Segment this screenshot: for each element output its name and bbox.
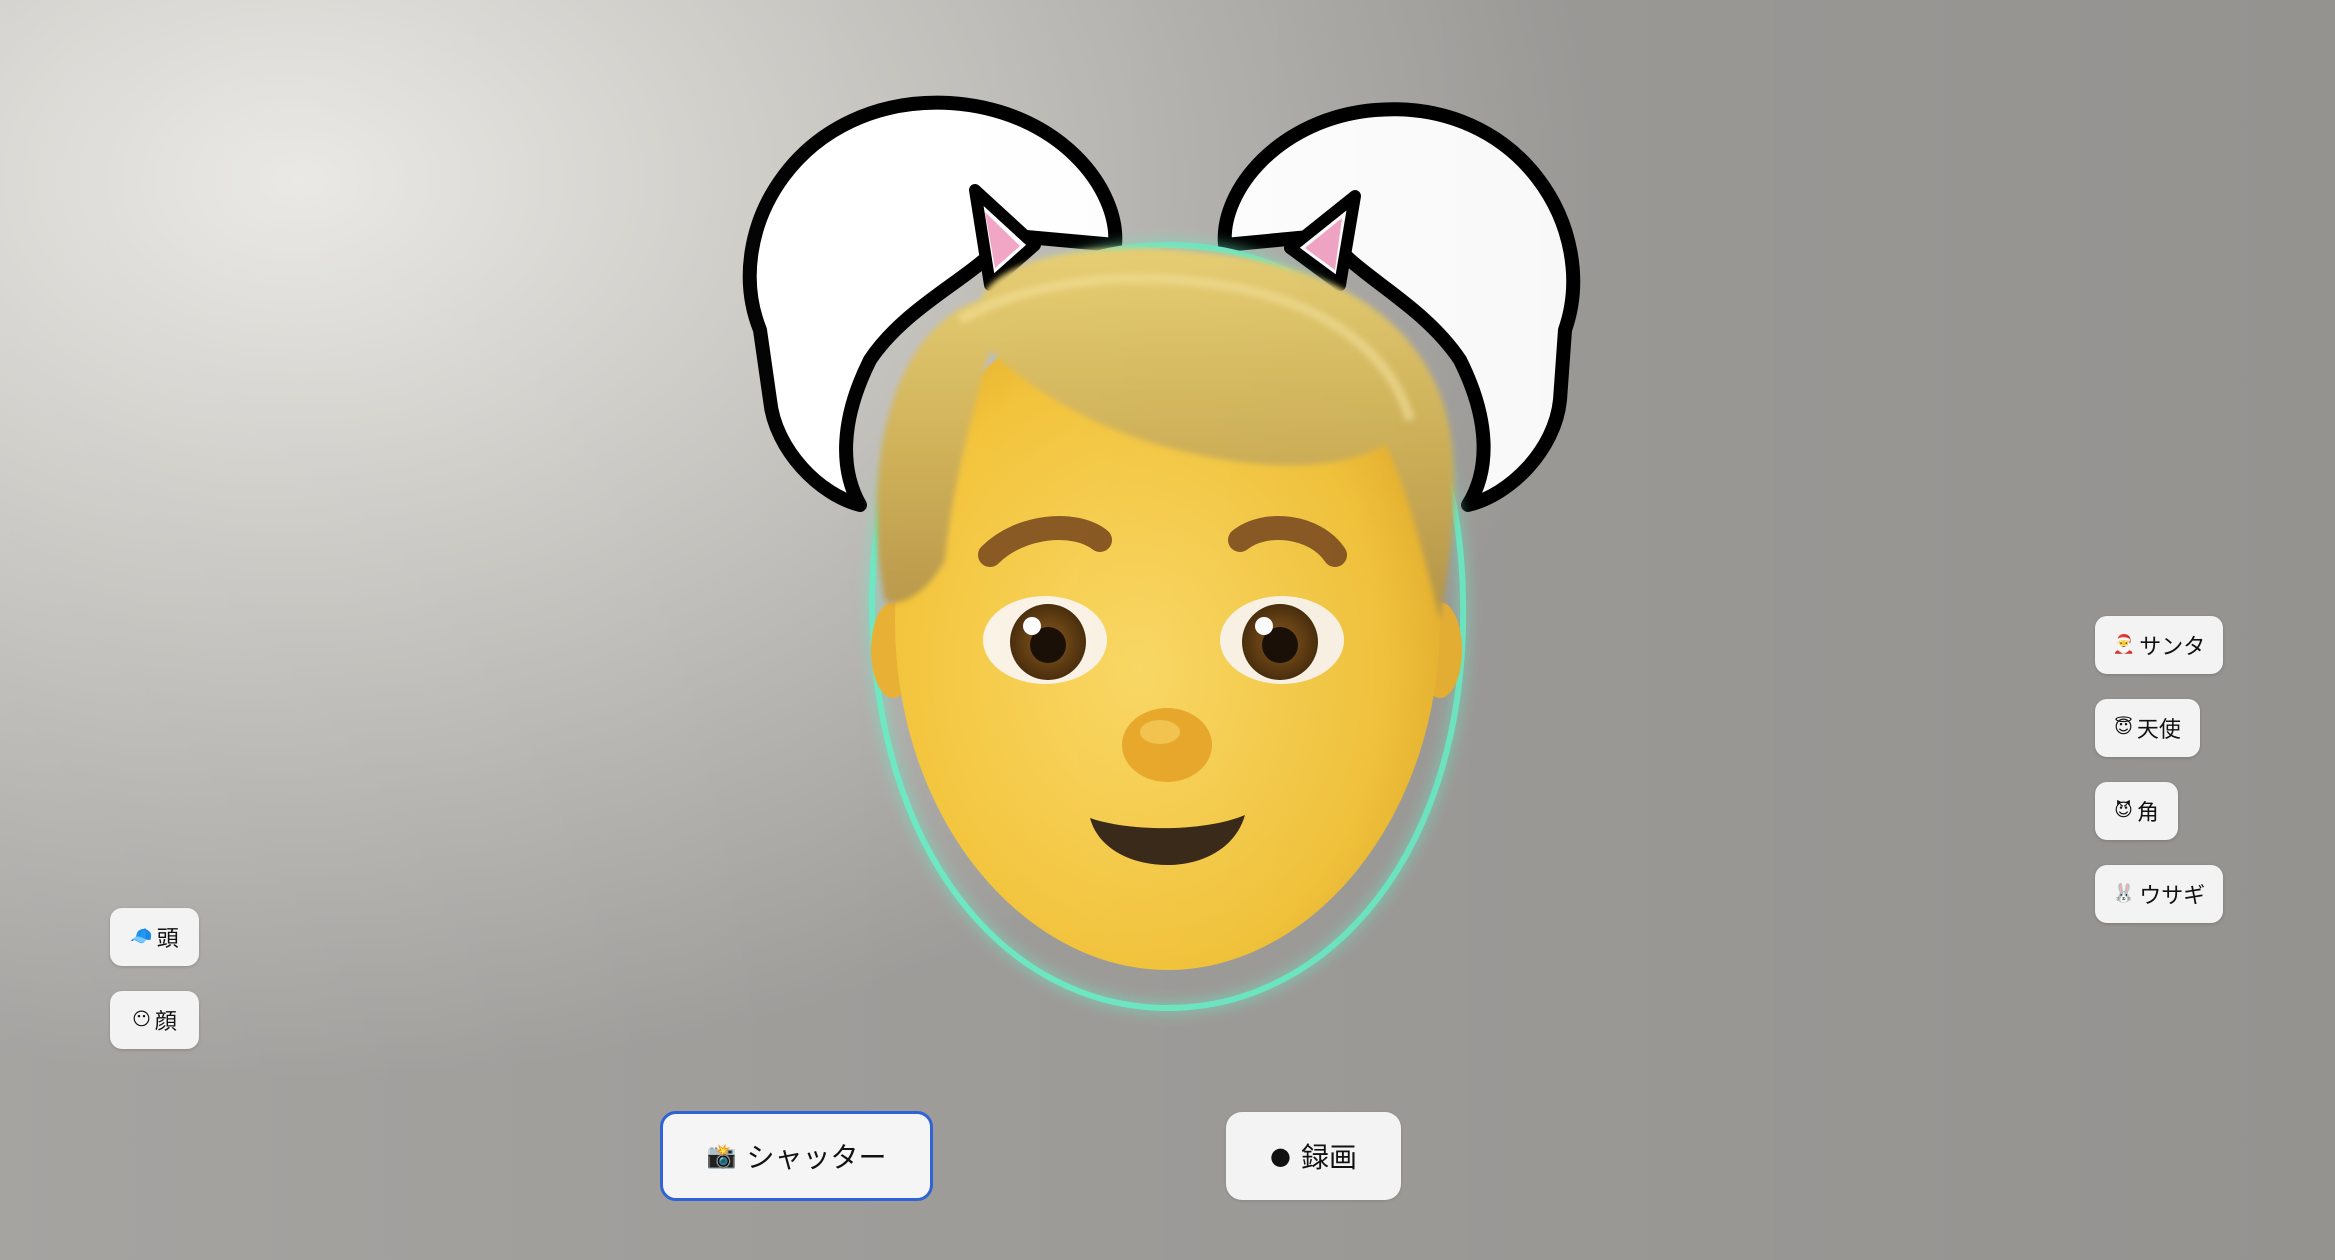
shutter-button[interactable]: 📸 シャッター [660,1111,933,1201]
camera-icon: 📸 [706,1142,737,1170]
filter-rabbit-label: ウサギ [2139,884,2206,909]
ar-preview-layer [742,95,1581,1012]
devil-icon: 😈 [2114,800,2133,821]
record-label: 録画 [1300,1141,1357,1174]
filter-santa-button[interactable]: 🎅 サンタ [2095,616,2223,674]
filter-rabbit-button[interactable]: 🐰 ウサギ [2095,865,2223,923]
filter-angel-label: 天使 [2136,718,2181,743]
face-icon: 😶 [132,1009,151,1030]
cap-icon: 🧢 [130,926,153,947]
record-button[interactable]: ● 録画 [1226,1112,1401,1200]
rabbit-icon: 🐰 [2112,883,2136,904]
filter-horn-label: 角 [2136,801,2159,826]
filter-santa-label: サンタ [2139,635,2206,660]
filter-angel-button[interactable]: 😇 天使 [2095,699,2200,757]
category-face-label: 顔 [154,1010,177,1035]
category-head-button[interactable]: 🧢 頭 [110,908,199,966]
angel-icon: 😇 [2114,717,2133,738]
category-head-label: 頭 [156,927,179,952]
santa-icon: 🎅 [2112,634,2136,655]
filter-horn-button[interactable]: 😈 角 [2095,782,2178,840]
record-dot-icon: ● [1270,1142,1291,1170]
camera-preview: 🎅 サンタ 😇 天使 😈 角 🐰 ウサギ 🧢 頭 😶 顔 📸 シャッター ● 録… [0,0,2335,1260]
shutter-label: シャッター [746,1141,887,1174]
emoji-face-avatar [871,248,1462,970]
category-face-button[interactable]: 😶 顔 [110,991,199,1049]
